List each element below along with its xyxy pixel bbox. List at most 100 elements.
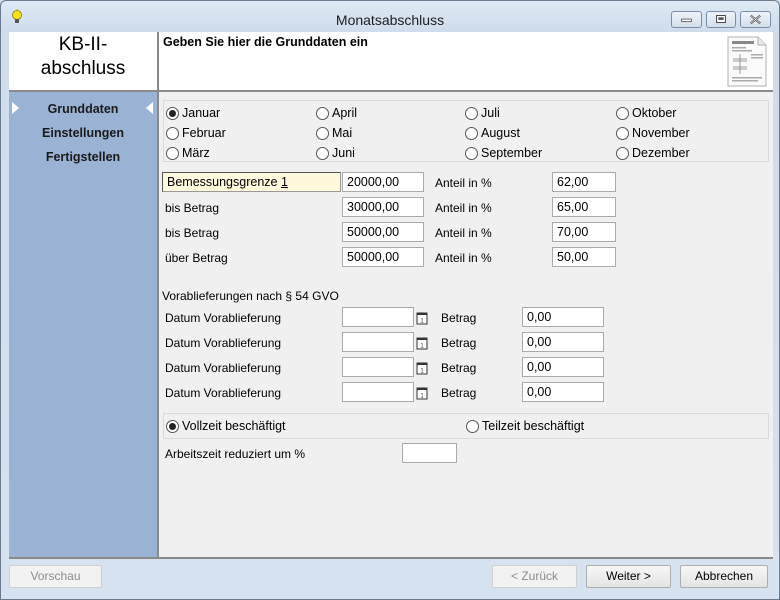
advance-3-calendar-button[interactable]: 1 xyxy=(416,357,428,377)
date-label: Datum Vorablieferung xyxy=(165,336,282,350)
advance-deliveries-heading: Vorablieferungen nach § 54 GVO xyxy=(162,289,339,303)
radio-icon xyxy=(616,146,629,160)
radio-juli[interactable]: Juli xyxy=(465,106,500,120)
radio-label: Juli xyxy=(481,106,500,120)
radio-november[interactable]: November xyxy=(616,126,690,140)
radio-september[interactable]: September xyxy=(465,146,542,160)
advance-3-date-input[interactable] xyxy=(342,357,414,377)
employment-radio-group: Vollzeit beschäftigt Teilzeit beschäftig… xyxy=(163,413,769,439)
radio-label: März xyxy=(182,146,210,160)
radio-teilzeit[interactable]: Teilzeit beschäftigt xyxy=(466,419,584,433)
radio-icon xyxy=(166,126,179,140)
advance-3-amount-input[interactable] xyxy=(522,357,604,377)
radio-august[interactable]: August xyxy=(465,126,520,140)
threshold-3-share-input[interactable] xyxy=(552,222,616,242)
threshold-4-share-input[interactable] xyxy=(552,247,616,267)
advance-4-amount-input[interactable] xyxy=(522,382,604,402)
radio-label: Vollzeit beschäftigt xyxy=(182,419,286,433)
threshold-2-amount-input[interactable] xyxy=(342,197,424,217)
date-label: Datum Vorablieferung xyxy=(165,386,282,400)
advance-1-amount-input[interactable] xyxy=(522,307,604,327)
preview-button[interactable]: Vorschau xyxy=(9,565,102,588)
radio-selected-icon xyxy=(166,106,179,120)
header-panel: Geben Sie hier die Grunddaten ein xyxy=(159,32,773,90)
sidebar-item-label: Einstellungen xyxy=(42,126,124,140)
advance-2-date-input[interactable] xyxy=(342,332,414,352)
radio-label: Januar xyxy=(182,106,221,120)
bemessungsgrenze-label-field[interactable]: Bemessungsgrenze 1 xyxy=(162,172,341,192)
wizard-title-line1: KB-II- xyxy=(58,34,108,55)
next-button[interactable]: Weiter > xyxy=(586,565,671,588)
ueber-betrag-label: über Betrag xyxy=(165,251,228,265)
active-step-arrow-left-icon xyxy=(146,102,153,114)
share-label: Anteil in % xyxy=(435,201,492,215)
radio-dezember[interactable]: Dezember xyxy=(616,146,690,160)
radio-label: April xyxy=(332,106,358,120)
back-button[interactable]: < Zurück xyxy=(492,565,577,588)
radio-icon xyxy=(616,126,629,140)
threshold-1-amount-input[interactable] xyxy=(342,172,424,192)
advance-4-calendar-button[interactable]: 1 xyxy=(416,382,428,402)
radio-februar[interactable]: Februar xyxy=(166,126,226,140)
active-step-arrow-right-icon xyxy=(12,102,19,114)
radio-icon xyxy=(316,126,329,140)
radio-icon xyxy=(616,106,629,120)
advance-2-amount-input[interactable] xyxy=(522,332,604,352)
betrag-label: Betrag xyxy=(441,386,477,400)
close-button[interactable] xyxy=(740,11,771,28)
radio-april[interactable]: April xyxy=(316,106,357,120)
bis-betrag-label: bis Betrag xyxy=(165,226,220,240)
radio-label: Februar xyxy=(182,126,226,140)
radio-mai[interactable]: Mai xyxy=(316,126,352,140)
threshold-4-amount-input[interactable] xyxy=(342,247,424,267)
advance-1-date-input[interactable] xyxy=(342,307,414,327)
month-radio-group: Januar Februar März April Mai Juni Juli … xyxy=(163,100,769,162)
radio-label: Juni xyxy=(332,146,355,160)
share-label: Anteil in % xyxy=(435,251,492,265)
calendar-icon: 1 xyxy=(416,312,428,325)
radio-icon xyxy=(466,419,479,433)
betrag-label: Betrag xyxy=(441,361,477,375)
radio-juni[interactable]: Juni xyxy=(316,146,355,160)
sidebar-item-grunddaten[interactable]: Grunddaten xyxy=(9,102,157,116)
threshold-2-share-input[interactable] xyxy=(552,197,616,217)
sidebar-item-fertigstellen[interactable]: Fertigstellen xyxy=(9,150,157,164)
minimize-button[interactable] xyxy=(671,11,702,28)
radio-icon xyxy=(316,106,329,120)
date-label: Datum Vorablieferung xyxy=(165,361,282,375)
radio-label: Teilzeit beschäftigt xyxy=(482,419,585,433)
radio-icon xyxy=(316,146,329,160)
maximize-icon xyxy=(716,15,726,24)
advance-4-date-input[interactable] xyxy=(342,382,414,402)
cancel-button[interactable]: Abbrechen xyxy=(680,565,768,588)
calendar-icon: 1 xyxy=(416,362,428,375)
sidebar-item-label: Grunddaten xyxy=(47,102,119,116)
radio-label: August xyxy=(481,126,520,140)
wizard-window: Monatsabschluss KB-II- abschluss Geben S… xyxy=(0,0,780,600)
title-bar[interactable]: Monatsabschluss xyxy=(1,1,779,31)
calendar-icon: 1 xyxy=(416,387,428,400)
radio-vollzeit[interactable]: Vollzeit beschäftigt xyxy=(166,419,286,433)
wizard-steps-sidebar: Grunddaten Einstellungen Fertigstellen xyxy=(9,92,157,557)
radio-maerz[interactable]: März xyxy=(166,146,210,160)
radio-icon xyxy=(465,106,478,120)
maximize-button[interactable] xyxy=(706,11,736,28)
share-label: Anteil in % xyxy=(435,226,492,240)
field-label: Bemessungsgrenze xyxy=(167,175,281,189)
threshold-1-share-input[interactable] xyxy=(552,172,616,192)
reduction-percent-input[interactable] xyxy=(402,443,457,463)
radio-oktober[interactable]: Oktober xyxy=(616,106,676,120)
radio-label: Dezember xyxy=(632,146,690,160)
threshold-3-amount-input[interactable] xyxy=(342,222,424,242)
radio-label: November xyxy=(632,126,690,140)
document-icon xyxy=(727,36,767,87)
radio-icon xyxy=(465,126,478,140)
accelerator-key: 1 xyxy=(280,175,288,189)
radio-januar[interactable]: Januar xyxy=(166,106,220,120)
advance-1-calendar-button[interactable]: 1 xyxy=(416,307,428,327)
advance-2-calendar-button[interactable]: 1 xyxy=(416,332,428,352)
radio-icon xyxy=(465,146,478,160)
minimize-icon xyxy=(681,18,692,23)
sidebar-item-label: Fertigstellen xyxy=(45,150,121,164)
sidebar-item-einstellungen[interactable]: Einstellungen xyxy=(9,126,157,140)
